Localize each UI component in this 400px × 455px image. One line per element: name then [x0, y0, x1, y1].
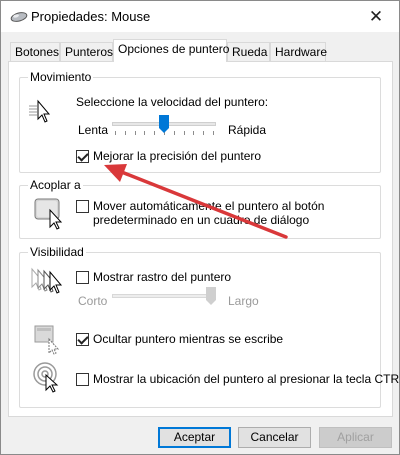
- group-movimiento: Movimiento Seleccione la velocidad del p…: [19, 70, 381, 173]
- mouse-properties-window: Propiedades: Mouse ✕ Botones Punteros Op…: [0, 0, 400, 455]
- tab-label: Botones: [15, 45, 60, 59]
- tab-punteros[interactable]: Punteros: [60, 42, 113, 61]
- slider-tick: [213, 131, 214, 135]
- precision-label[interactable]: Mejorar la precisión del puntero: [93, 149, 261, 163]
- group-title-movimiento: Movimiento: [28, 70, 94, 84]
- ctrl-locate-icon: [33, 362, 59, 393]
- group-title-visibilidad: Visibilidad: [28, 245, 86, 259]
- slider-tick: [203, 131, 205, 135]
- group-visibilidad: Visibilidad Mostrar rastro del puntero C…: [19, 245, 400, 408]
- precision-checkbox[interactable]: [76, 150, 89, 163]
- close-button[interactable]: ✕: [353, 1, 399, 32]
- trails-short-label: Corto: [78, 294, 108, 308]
- pointer-trails-icon: [31, 267, 63, 294]
- apply-button-label: Aplicar: [337, 430, 374, 444]
- tab-rueda[interactable]: Rueda: [227, 42, 270, 61]
- ctrl-locate-label[interactable]: Mostrar la ubicación del puntero al pres…: [93, 372, 400, 386]
- snap-label-line1[interactable]: Mover automáticamente el puntero al botó…: [93, 199, 324, 213]
- snap-label-line2[interactable]: predeterminado en un cuadro de diálogo: [93, 213, 309, 227]
- slider-tick: [183, 131, 185, 135]
- trails-long-label: Largo: [228, 294, 259, 308]
- speed-slider-thumb[interactable]: [159, 115, 169, 133]
- slider-tick: [144, 131, 146, 135]
- title-bar: Propiedades: Mouse ✕: [1, 1, 399, 32]
- slider-tick: [134, 131, 136, 135]
- snap-checkbox[interactable]: [76, 200, 89, 213]
- tab-hardware[interactable]: Hardware: [270, 42, 328, 61]
- trails-slider-track[interactable]: [112, 294, 216, 298]
- tab-label: Hardware: [275, 45, 328, 59]
- window-title: Propiedades: Mouse: [31, 9, 151, 24]
- tab-label: Opciones de puntero: [118, 42, 230, 56]
- tab-opciones-de-puntero[interactable]: Opciones de puntero: [113, 39, 230, 62]
- accept-button-label: Aceptar: [173, 430, 216, 444]
- trails-checkbox[interactable]: [76, 271, 89, 284]
- accept-button[interactable]: Aceptar: [158, 427, 231, 448]
- ctrl-locate-checkbox[interactable]: [76, 373, 89, 386]
- cancel-button[interactable]: Cancelar: [238, 427, 311, 448]
- snap-to-button-icon: [34, 198, 63, 230]
- speed-fast-label: Rápida: [228, 123, 267, 137]
- group-acoplar: Acoplar a Mover automáticamente el punte…: [19, 178, 381, 239]
- hide-pointer-icon: [34, 325, 60, 355]
- close-icon: ✕: [368, 6, 384, 26]
- mouse-icon: [10, 12, 28, 22]
- slider-tick: [173, 131, 175, 135]
- apply-button[interactable]: Aplicar: [319, 427, 392, 448]
- slider-tick: [124, 131, 126, 135]
- tab-botones[interactable]: Botones: [10, 42, 60, 61]
- slider-tick: [154, 131, 156, 135]
- tab-label: Rueda: [232, 45, 268, 59]
- speed-slow-label: Lenta: [78, 123, 109, 137]
- trails-label[interactable]: Mostrar rastro del puntero: [93, 270, 231, 284]
- speed-label: Seleccione la velocidad del puntero:: [76, 95, 269, 109]
- tab-panel: Movimiento Seleccione la velocidad del p…: [8, 61, 400, 417]
- trails-slider-thumb[interactable]: [206, 287, 216, 305]
- tab-label: Punteros: [65, 45, 114, 59]
- hide-pointer-checkbox[interactable]: [76, 333, 89, 346]
- group-title-acoplar: Acoplar a: [28, 178, 83, 192]
- slider-tick: [115, 131, 116, 135]
- slider-tick: [193, 131, 195, 135]
- cancel-button-label: Cancelar: [250, 430, 299, 444]
- pointer-speed-icon: [29, 99, 51, 123]
- hide-pointer-label[interactable]: Ocultar puntero mientras se escribe: [93, 332, 283, 346]
